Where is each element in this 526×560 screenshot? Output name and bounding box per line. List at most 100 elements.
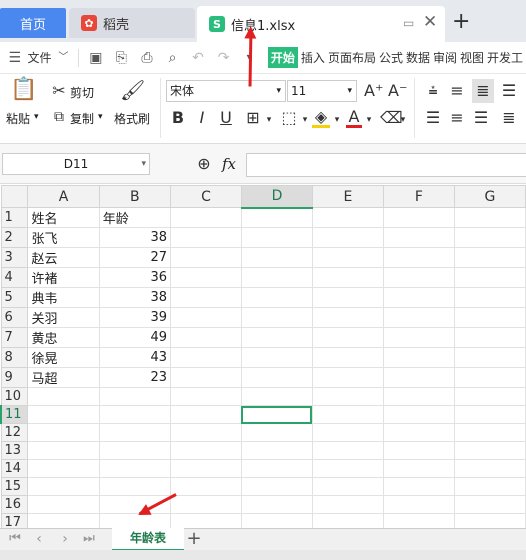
add-sheet-button[interactable]: + <box>186 529 202 549</box>
menu-item-formula[interactable]: 公式 <box>379 49 403 66</box>
underline-icon[interactable]: U <box>218 108 234 128</box>
cell-c[interactable] <box>170 307 242 328</box>
copy-label[interactable]: 复制 <box>70 110 94 127</box>
copy-dropdown-icon[interactable]: ▾ <box>98 112 103 122</box>
paste-dropdown-icon[interactable]: ▾ <box>34 112 39 122</box>
align-middle-icon[interactable]: ≡ <box>448 81 466 101</box>
cell-c[interactable] <box>170 387 242 406</box>
cell-a[interactable]: 徐晃 <box>27 347 100 368</box>
align-center-icon[interactable]: ≡ <box>448 108 466 128</box>
row-header[interactable]: 13 <box>0 441 29 460</box>
cell-e[interactable] <box>312 477 384 496</box>
cell-f[interactable] <box>383 327 455 348</box>
cell-b[interactable] <box>99 477 172 496</box>
cell-f[interactable] <box>383 207 455 228</box>
font-color-dropdown-icon[interactable]: ▾ <box>364 110 374 130</box>
cell-g[interactable] <box>454 477 526 496</box>
paste-label[interactable]: 粘贴 <box>6 110 30 127</box>
border-dropdown-icon[interactable]: ▾ <box>264 110 274 130</box>
cell-c[interactable] <box>170 247 242 268</box>
cell-c[interactable] <box>170 459 242 478</box>
close-tab-icon[interactable]: ✕ <box>423 12 437 32</box>
tab-home[interactable]: 首页 <box>0 8 66 38</box>
cell-a[interactable]: 姓名 <box>27 207 100 228</box>
cell-c[interactable] <box>170 207 242 228</box>
column-header-b[interactable]: B <box>98 185 172 208</box>
cell-a[interactable] <box>27 477 100 496</box>
menu-item-start[interactable]: 开始 <box>267 47 298 68</box>
fill-color-icon[interactable]: ◈ <box>312 108 330 128</box>
new-tab-button[interactable]: + <box>452 10 470 34</box>
cell-d[interactable] <box>241 307 313 328</box>
paste-icon[interactable]: 📋 <box>10 79 37 108</box>
cell-e[interactable] <box>312 367 384 388</box>
menu-item-insert[interactable]: 插入 <box>301 49 325 66</box>
cell-a[interactable]: 许褚 <box>27 267 100 288</box>
cell-g[interactable] <box>454 387 526 406</box>
font-size-select[interactable]: 11 ▾ <box>287 80 357 102</box>
row-header[interactable]: 16 <box>0 495 29 514</box>
cell-e[interactable] <box>312 247 384 268</box>
align-bottom-icon[interactable]: ≣ <box>472 79 494 103</box>
cell-f[interactable] <box>383 477 455 496</box>
cell-e[interactable] <box>312 207 384 228</box>
row-header[interactable]: 12 <box>0 423 29 442</box>
column-header-c[interactable]: C <box>170 185 242 208</box>
cell-g[interactable] <box>454 267 526 288</box>
first-sheet-icon[interactable]: ⏮ <box>8 529 22 549</box>
cell-b[interactable]: 38 <box>99 227 172 248</box>
cell-e[interactable] <box>312 347 384 368</box>
cell-c[interactable] <box>170 495 242 514</box>
cell-d[interactable] <box>241 405 313 424</box>
cell-f[interactable] <box>383 347 455 368</box>
zoom-icon[interactable]: ⊕ <box>194 154 214 174</box>
column-header-d[interactable]: D <box>240 185 313 209</box>
cell-b[interactable]: 38 <box>99 287 172 308</box>
cell-b[interactable] <box>99 405 172 424</box>
scissors-icon[interactable]: ✂ <box>50 81 68 101</box>
cell-a[interactable]: 黄忠 <box>27 327 100 348</box>
column-header-g[interactable]: G <box>453 185 526 208</box>
cell-g[interactable] <box>454 247 526 268</box>
prev-sheet-icon[interactable]: ‹ <box>32 529 46 549</box>
cell-d[interactable] <box>241 207 313 228</box>
cell-c[interactable] <box>170 477 242 496</box>
cell-b[interactable]: 39 <box>99 307 172 328</box>
cell-f[interactable] <box>383 307 455 328</box>
cell-d[interactable] <box>241 327 313 348</box>
font-name-select[interactable]: 宋体 ▾ <box>166 80 286 102</box>
cell-f[interactable] <box>383 495 455 514</box>
cell-c[interactable] <box>170 227 242 248</box>
column-header-f[interactable]: F <box>382 185 455 208</box>
column-header-a[interactable]: A <box>27 185 100 208</box>
row-header[interactable]: 7 <box>0 327 29 348</box>
cell-g[interactable] <box>454 495 526 514</box>
cell-b[interactable]: 36 <box>99 267 172 288</box>
chevron-down-icon[interactable]: ﹀ <box>55 49 73 67</box>
row-header[interactable]: 4 <box>0 267 29 288</box>
cell-b[interactable]: 年龄 <box>99 207 172 228</box>
cell-e[interactable] <box>312 227 384 248</box>
cell-b[interactable]: 23 <box>99 367 172 388</box>
cut-label[interactable]: 剪切 <box>70 84 94 101</box>
sheet-tab-active[interactable]: 年龄表 <box>112 528 184 551</box>
align-top-icon[interactable]: ⩮ <box>424 81 442 101</box>
cell-c[interactable] <box>170 441 242 460</box>
name-box[interactable]: D11 ▾ <box>2 153 150 175</box>
cell-e[interactable] <box>312 387 384 406</box>
menu-item-page-layout[interactable]: 页面布局 <box>328 49 376 66</box>
cell-c[interactable] <box>170 367 242 388</box>
cell-d[interactable] <box>241 287 313 308</box>
formula-input[interactable] <box>246 153 526 177</box>
cell-f[interactable] <box>383 459 455 478</box>
menu-item-data[interactable]: 数据 <box>406 49 430 66</box>
row-header[interactable]: 15 <box>0 477 29 496</box>
menu-item-review[interactable]: 审阅 <box>433 49 457 66</box>
row-header[interactable]: 2 <box>0 227 29 248</box>
cell-c[interactable] <box>170 267 242 288</box>
cell-b[interactable] <box>99 459 172 478</box>
cell-d[interactable] <box>241 423 313 442</box>
increase-font-icon[interactable]: A⁺ <box>364 81 383 101</box>
cell-g[interactable] <box>454 347 526 368</box>
cell-e[interactable] <box>312 459 384 478</box>
